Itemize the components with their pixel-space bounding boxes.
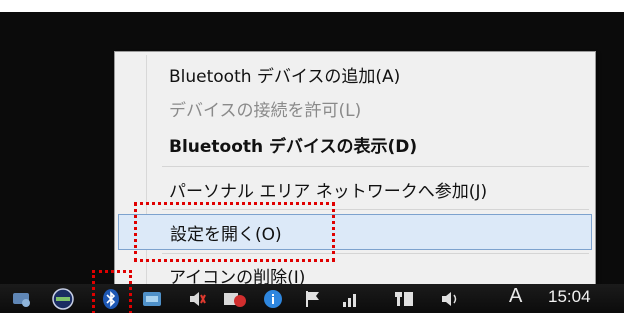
menu-item-label: Bluetooth デバイスの追加(A) bbox=[169, 66, 401, 87]
network-app-icon[interactable] bbox=[10, 289, 34, 309]
menu-item-show-bluetooth-devices[interactable]: Bluetooth デバイスの表示(D) bbox=[118, 126, 592, 162]
menu-separator bbox=[162, 166, 589, 167]
menu-item-label: パーソナル エリア ネットワークへ参加(J) bbox=[169, 181, 488, 202]
menu-item-add-bluetooth-device[interactable]: Bluetooth デバイスの追加(A) bbox=[118, 56, 592, 92]
speaker-mute-icon[interactable] bbox=[186, 289, 208, 309]
menu-item-label: デバイスの接続を許可(L) bbox=[169, 100, 362, 121]
top-margin bbox=[0, 0, 624, 12]
network-adapter-icon[interactable] bbox=[392, 289, 416, 309]
info-icon[interactable] bbox=[262, 289, 284, 309]
action-center-flag-icon[interactable] bbox=[302, 289, 324, 309]
menu-item-allow-connection: デバイスの接続を許可(L) bbox=[118, 90, 592, 126]
ime-mode-indicator[interactable]: A bbox=[509, 285, 522, 308]
menu-item-label: Bluetooth デバイスの表示(D) bbox=[169, 136, 418, 157]
annotation-highlight-open-settings bbox=[134, 202, 335, 262]
gauge-app-icon[interactable] bbox=[50, 288, 76, 310]
signal-bars-icon[interactable] bbox=[340, 289, 362, 309]
volume-icon[interactable] bbox=[438, 289, 462, 309]
pdf-app-icon[interactable] bbox=[222, 289, 248, 309]
bluetooth-icon[interactable] bbox=[100, 289, 122, 309]
bottom-margin bbox=[0, 313, 624, 329]
app-window-icon[interactable] bbox=[140, 289, 164, 309]
taskbar-clock[interactable]: 15:04 bbox=[548, 287, 591, 307]
